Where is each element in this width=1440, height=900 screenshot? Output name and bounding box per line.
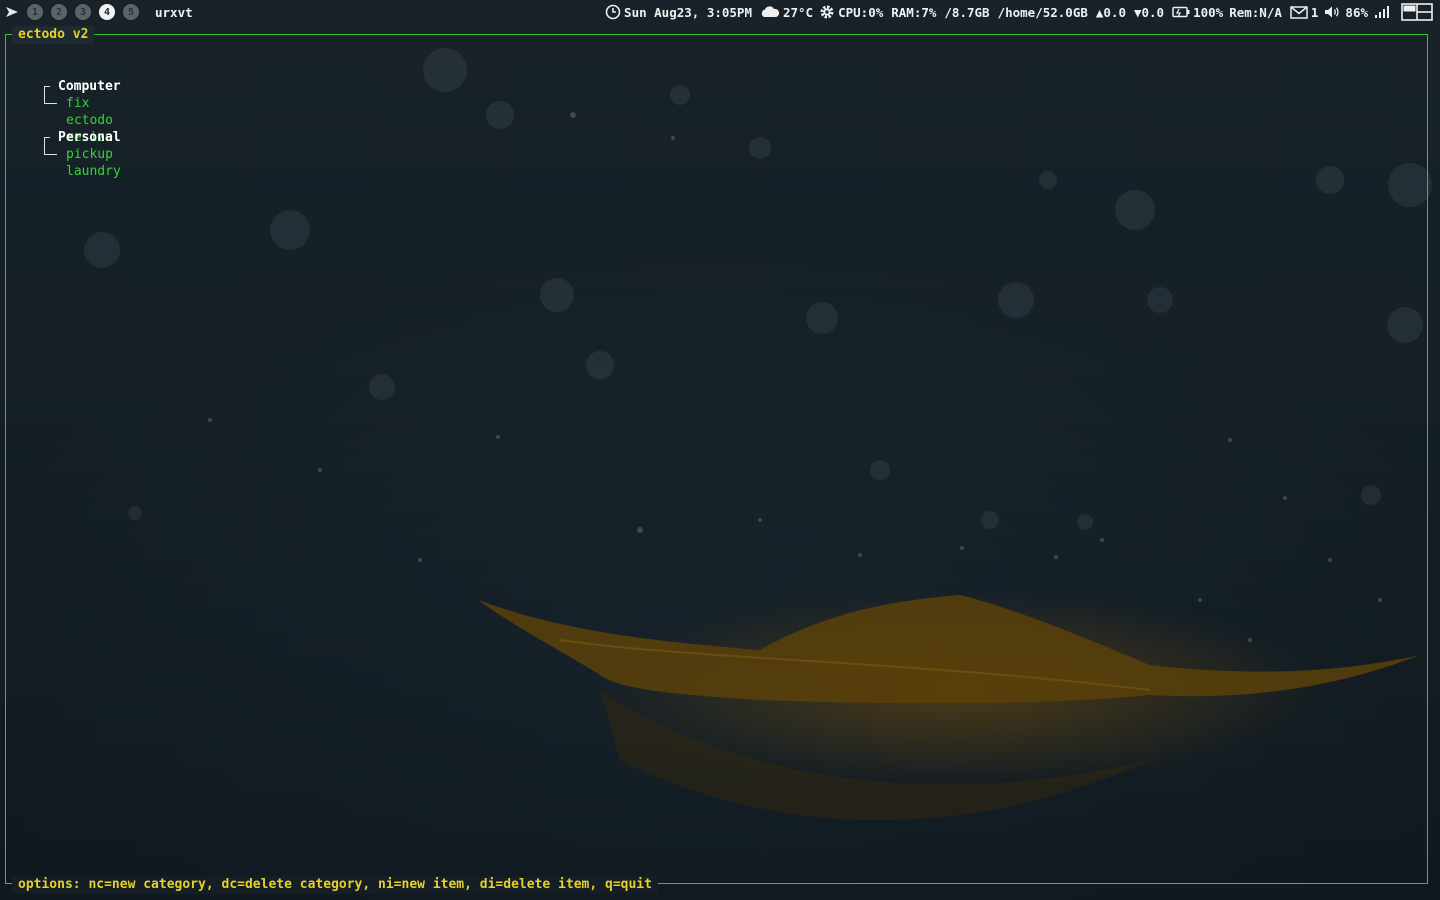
workspace-switcher: 1 2 3 4 5 <box>3 3 147 21</box>
options-footer: options: nc=new category, dc=delete cate… <box>12 876 658 894</box>
tree-bracket <box>44 86 57 104</box>
workspace-5[interactable]: 5 <box>123 4 139 20</box>
app-title: ectodo v2 <box>12 26 95 44</box>
top-bar: 1 2 3 4 5 urxvt Sun Aug23, 3:05PM 27°C C… <box>0 0 1440 24</box>
speaker-icon <box>1325 6 1340 18</box>
workspace-1[interactable]: 1 <box>27 4 43 20</box>
volume-widget[interactable]: 86% <box>1324 5 1368 20</box>
battery-text: 100% <box>1193 4 1224 20</box>
weather-widget: 27°C <box>760 5 813 20</box>
category-name: Personal <box>58 130 121 145</box>
clock-widget: Sun Aug23, 3:05PM <box>605 4 752 20</box>
todo-item[interactable]: pickup laundry <box>66 146 121 180</box>
gear-icon <box>820 5 834 19</box>
category-name: Computer <box>58 79 121 94</box>
app-frame <box>5 34 1428 884</box>
datetime-text: Sun Aug23, 3:05PM <box>624 4 752 20</box>
workspace-4[interactable]: 4 <box>99 4 115 20</box>
tree-bracket <box>44 137 57 155</box>
mail-count: 1 <box>1310 4 1319 20</box>
clock-icon <box>605 4 621 20</box>
volume-text: 86% <box>1345 4 1368 20</box>
cpu-widget: CPU:0% <box>819 4 883 20</box>
mail-icon <box>1290 5 1308 19</box>
mail-widget[interactable]: 1 <box>1290 4 1319 20</box>
signal-icon <box>1374 5 1393 19</box>
net-up-text: ▲0.0 <box>1095 4 1126 20</box>
cpu-text: CPU:0% <box>838 4 884 20</box>
layout-icon[interactable] <box>1401 3 1436 21</box>
window-title: urxvt <box>155 4 193 20</box>
ram-text: RAM:7% <box>891 4 937 20</box>
home-disk-text: /home/52.0GB <box>997 4 1088 20</box>
remaining-text: Rem:N/A <box>1229 4 1282 20</box>
workspace-3[interactable]: 3 <box>75 4 91 20</box>
weather-text: 27°C <box>782 4 814 20</box>
status-area: Sun Aug23, 3:05PM 27°C CPU:0% RAM:7% /8.… <box>605 0 1440 24</box>
net-down-text: ▼0.0 <box>1133 4 1165 20</box>
root-disk-text: /8.7GB <box>944 4 990 20</box>
cloud-icon <box>761 6 780 18</box>
battery-icon <box>1172 6 1190 18</box>
workspace-2[interactable]: 2 <box>51 4 67 20</box>
arch-logo-icon[interactable] <box>3 3 21 21</box>
battery-widget: 100% <box>1172 5 1223 20</box>
